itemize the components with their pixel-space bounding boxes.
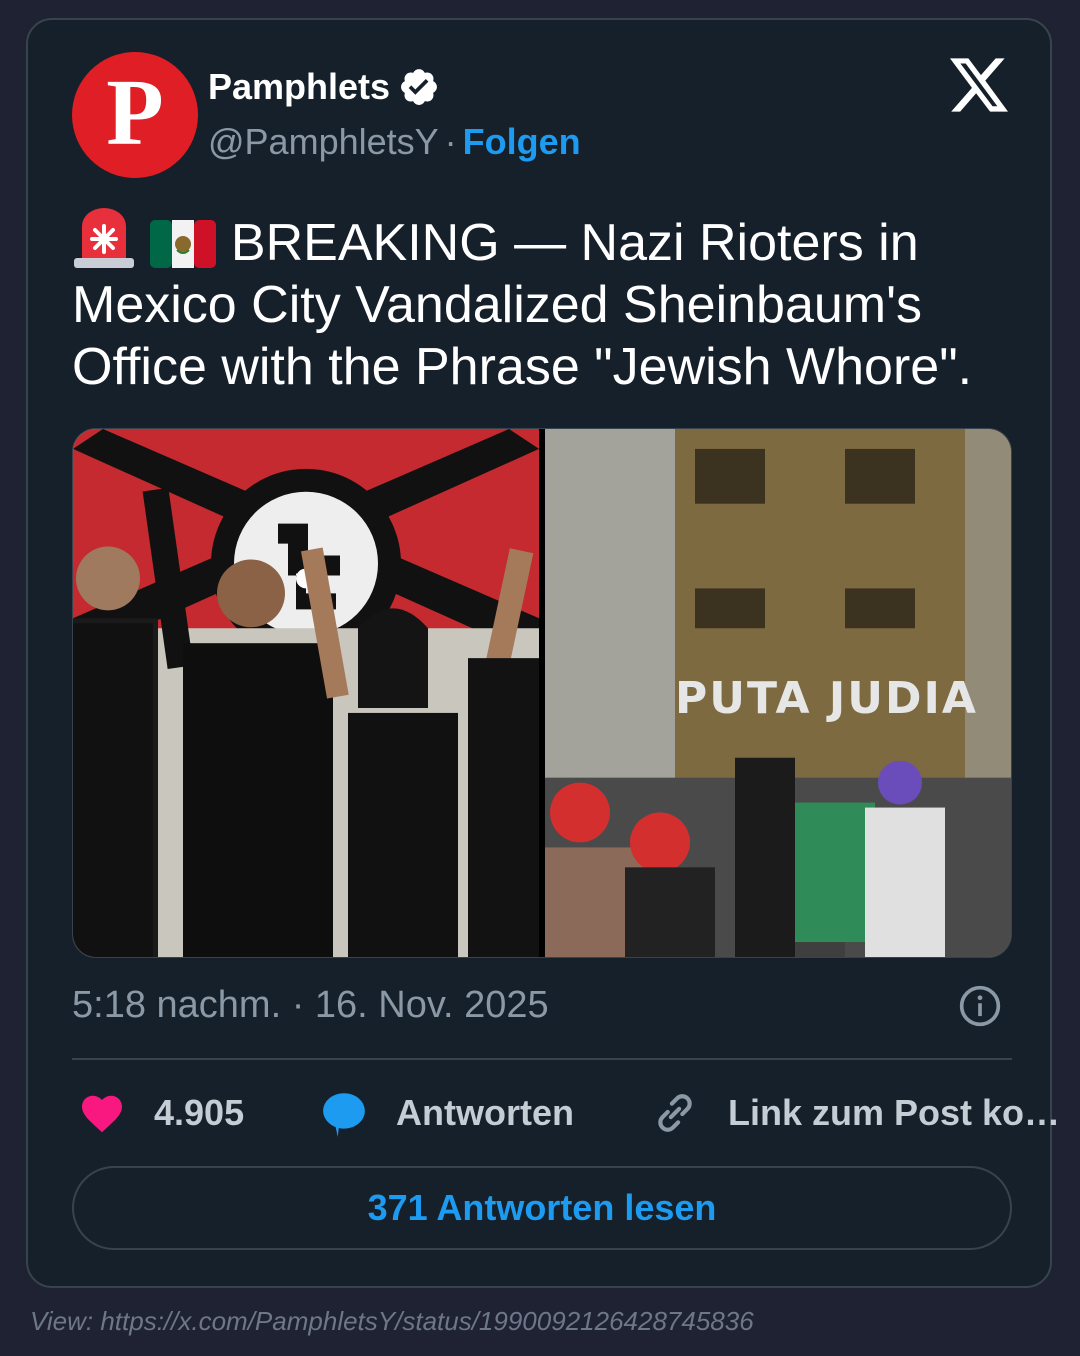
like-count: 4.905 [154, 1092, 245, 1133]
media-grid[interactable]: PUTA JUDIA [72, 428, 1012, 958]
heart-icon [82, 1095, 122, 1133]
reply-label: Antworten [396, 1092, 574, 1133]
tweet-text: BREAKING — Nazi Rioters in Mexico City V… [72, 208, 1012, 398]
reply-button[interactable]: Antworten [316, 1088, 574, 1138]
photo-nazi-salute-group[interactable] [73, 429, 539, 957]
handle-separator: · [444, 121, 457, 162]
divider [72, 1058, 1012, 1060]
police-light-emoji [74, 208, 134, 268]
read-replies-button[interactable]: 371 Antworten lesen [72, 1166, 1012, 1250]
copy-link-label: Link zum Post ko… [728, 1092, 1061, 1133]
like-button[interactable]: 4.905 [72, 1088, 244, 1138]
source-url[interactable]: View: https://x.com/PamphletsY/status/19… [30, 1304, 754, 1338]
avatar-letter: P [106, 61, 164, 165]
tweet-card: P Pamphlets @PamphletsY · Folgen BREAKIN… [26, 18, 1060, 1288]
author-name[interactable]: Pamphlets [208, 66, 390, 108]
avatar[interactable]: P [72, 52, 198, 178]
copy-link-button[interactable]: Link zum Post ko… [650, 1088, 1060, 1138]
reply-bubble-icon [323, 1093, 365, 1137]
handle-row: @PamphletsY · Folgen [208, 120, 581, 164]
mexico-flag-emoji [150, 220, 217, 268]
photo-vandalized-door[interactable]: PUTA JUDIA [545, 429, 1012, 957]
author-name-row: Pamphlets [208, 66, 440, 108]
author-handle[interactable]: @PamphletsY [208, 121, 439, 162]
link-icon [658, 1094, 692, 1132]
svg-text:PUTA JUDIA: PUTA JUDIA [675, 673, 978, 724]
action-bar: 4.905 Antworten Link zum Post ko… [72, 1088, 1060, 1138]
x-logo-icon[interactable] [950, 58, 1008, 112]
timestamp[interactable]: 5:18 nachm. · 16. Nov. 2025 [72, 982, 549, 1028]
verified-badge-icon [401, 69, 437, 105]
follow-button[interactable]: Folgen [463, 121, 581, 162]
info-icon[interactable] [958, 984, 1002, 1028]
